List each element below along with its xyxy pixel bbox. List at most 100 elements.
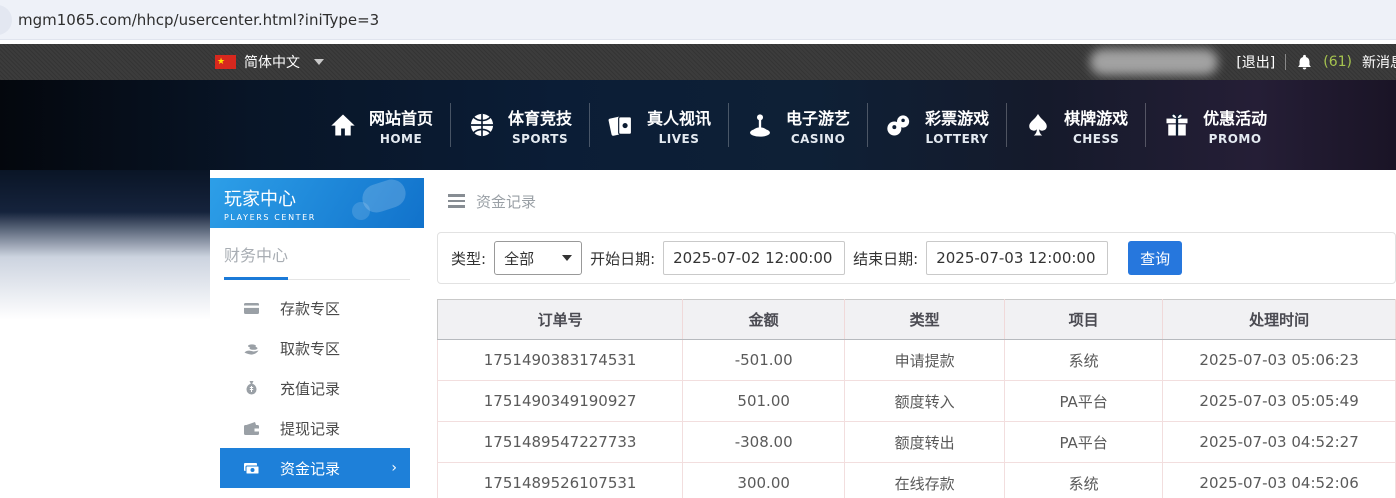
basketball-icon [470, 113, 494, 137]
username-blurred [1090, 49, 1219, 75]
sidebar-item-funds-record[interactable]: 资金记录 › [220, 448, 410, 488]
cell-amount: -308.00 [682, 421, 846, 463]
cell-type: 申请提款 [844, 339, 1006, 381]
cell-time: 2025-07-03 04:52:06 [1162, 462, 1396, 498]
underline-accent [224, 277, 288, 280]
cell-project: 系统 [1004, 462, 1164, 498]
finance-section: 财务中心 [210, 228, 424, 280]
china-flag-icon: ★ [215, 55, 236, 69]
wallet-icon [244, 421, 259, 435]
cell-order-no: 1751489547227733 [436, 421, 684, 463]
nav-label-zh: 电子游艺 [786, 108, 851, 128]
cell-time: 2025-07-03 04:52:27 [1162, 421, 1396, 463]
col-header-time: 处理时间 [1162, 299, 1396, 340]
cell-project: PA平台 [1004, 421, 1164, 463]
sidebar-item-lottery-bet-details[interactable]: 彩票下注明细 [210, 488, 424, 498]
cell-time: 2025-07-03 05:05:49 [1162, 380, 1396, 422]
nav-label-en: PROMO [1208, 131, 1262, 146]
sidebar-item-withdraw-zone[interactable]: 取款专区 [210, 328, 424, 368]
hero-gradient-fade [0, 170, 210, 320]
cards-icon [608, 116, 633, 136]
query-button[interactable]: 查询 [1128, 241, 1183, 275]
funds-record-table: 订单号 金额 类型 项目 处理时间 1751490383174531 -501.… [436, 299, 1396, 498]
main-navigation: 网站首页 HOME 体育竞技 SPORTS 真人视讯 LIVES 电子游艺 CA… [0, 80, 1396, 170]
spade-icon [1029, 113, 1047, 136]
nav-items: 网站首页 HOME 体育竞技 SPORTS 真人视讯 LIVES 电子游艺 CA… [312, 80, 1284, 170]
cell-amount: 501.00 [682, 380, 846, 422]
page-title: 资金记录 [476, 192, 537, 211]
nav-label-en: LIVES [658, 131, 700, 146]
utility-top-bar: ★ 简体中文 [退出] (61) 新消息 [0, 44, 1396, 80]
type-select[interactable]: 全部 [494, 241, 583, 275]
nav-label-en: SPORTS [511, 131, 569, 146]
nav-label-zh: 真人视讯 [647, 108, 712, 128]
nav-label-zh: 优惠活动 [1203, 108, 1268, 128]
money-bag-icon [246, 380, 257, 394]
topbar-divider [1285, 54, 1287, 70]
hamburger-icon[interactable] [448, 194, 465, 208]
language-label: 简体中文 [244, 55, 300, 71]
new-message-label[interactable]: 新消息 [1362, 52, 1396, 72]
cell-order-no: 1751490349190927 [436, 380, 684, 422]
nav-label-en: LOTTERY [925, 131, 989, 146]
nav-item-home[interactable]: 网站首页 HOME [312, 105, 450, 146]
home-icon [331, 114, 355, 136]
table-row: 1751490383174531 -501.00 申请提款 系统 2025-07… [436, 339, 1396, 381]
cell-type: 额度转入 [844, 380, 1006, 422]
chevron-right-icon: › [391, 460, 397, 476]
topbar-right-group: [退出] (61) 新消息 [1090, 44, 1396, 80]
players-center-sidebar: 玩家中心 PLAYERS CENTER 财务中心 存款专区 取款专区 充值记录 … [210, 178, 424, 498]
bank-card-icon [244, 302, 259, 314]
sidebar-menu: 存款专区 取款专区 充值记录 提现记录 资金记录 › [210, 288, 424, 498]
bell-icon[interactable] [1296, 53, 1313, 71]
end-date-label: 结束日期: [853, 249, 919, 268]
underline-rule [288, 279, 410, 280]
chevron-down-icon [314, 59, 324, 65]
url-text[interactable]: mgm1065.com/hhcp/usercenter.html?iniType… [18, 11, 379, 29]
type-label: 类型: [451, 249, 487, 268]
new-message-count[interactable]: (61) [1323, 54, 1352, 70]
cell-time: 2025-07-03 05:06:23 [1162, 339, 1396, 381]
nav-item-lottery[interactable]: 彩票游戏 LOTTERY [868, 105, 1006, 146]
logout-link[interactable]: [退出] [1236, 52, 1275, 72]
end-date-input[interactable] [926, 241, 1109, 275]
sidebar-item-deposit-zone[interactable]: 存款专区 [210, 288, 424, 328]
start-date-label: 开始日期: [590, 249, 656, 268]
browser-address-bar[interactable]: mgm1065.com/hhcp/usercenter.html?iniType… [0, 0, 1396, 40]
nav-label-zh: 体育竞技 [508, 108, 573, 128]
sidebar-subtitle: PLAYERS CENTER [224, 213, 316, 222]
table-row: 1751490349190927 501.00 额度转入 PA平台 2025-0… [436, 380, 1396, 422]
sidebar-item-label: 充值记录 [280, 379, 341, 398]
cell-project: 系统 [1004, 339, 1164, 381]
sidebar-item-withdrawal-record[interactable]: 提现记录 [210, 408, 424, 448]
breadcrumb: 资金记录 [437, 178, 1396, 224]
col-header-amount: 金额 [682, 299, 846, 340]
nav-label-zh: 彩票游戏 [925, 108, 990, 128]
type-select-value: 全部 [504, 249, 535, 268]
main-content: 资金记录 类型: 全部 开始日期: 结束日期: 查询 订单号 金额 类型 项目 … [436, 178, 1396, 498]
col-header-order-no: 订单号 [436, 299, 684, 340]
nav-item-promo[interactable]: 优惠活动 PROMO [1146, 105, 1284, 146]
nav-item-chess[interactable]: 棋牌游戏 CHESS [1007, 105, 1145, 146]
cell-order-no: 1751489526107531 [436, 462, 684, 498]
language-selector[interactable]: ★ 简体中文 [215, 52, 324, 72]
table-header-row: 订单号 金额 类型 项目 处理时间 [436, 299, 1396, 340]
cell-amount: 300.00 [682, 462, 846, 498]
cell-type: 在线存款 [844, 462, 1006, 498]
nav-label-en: CHESS [1072, 131, 1120, 146]
nav-item-sports[interactable]: 体育竞技 SPORTS [451, 105, 589, 146]
sidebar-item-label: 取款专区 [280, 339, 341, 358]
table-row: 1751489547227733 -308.00 额度转出 PA平台 2025-… [436, 421, 1396, 463]
nav-label-en: HOME [379, 131, 423, 146]
cell-order-no: 1751490383174531 [436, 339, 684, 381]
start-date-input[interactable] [663, 241, 846, 275]
chevron-down-icon [562, 255, 573, 261]
lottery-balls-icon [887, 115, 910, 136]
col-header-project: 项目 [1004, 299, 1164, 340]
sidebar-item-recharge-record[interactable]: 充值记录 [210, 368, 424, 408]
nav-item-casino[interactable]: 电子游艺 CASINO [729, 105, 867, 146]
joystick-icon [750, 114, 770, 137]
sidebar-item-label: 提现记录 [280, 419, 341, 438]
cell-type: 额度转出 [844, 421, 1006, 463]
nav-item-lives[interactable]: 真人视讯 LIVES [590, 105, 728, 146]
